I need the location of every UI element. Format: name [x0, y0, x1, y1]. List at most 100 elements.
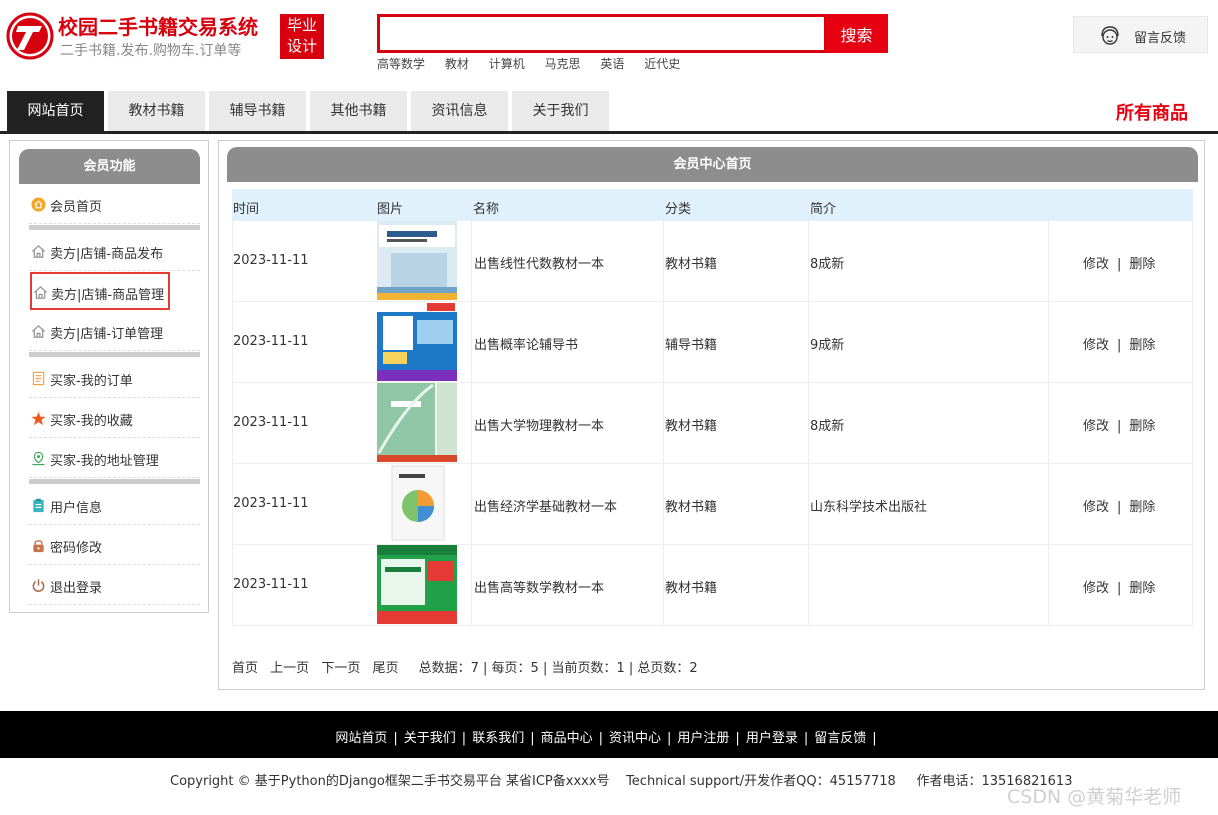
hot-word-link[interactable]: 计算机	[489, 57, 525, 71]
sidebar-item-label: 密码修改	[50, 541, 103, 556]
edit-link[interactable]: 修改	[1083, 338, 1109, 353]
search-button[interactable]: 搜索	[825, 14, 888, 53]
member-sidebar: 会员功能 会员首页 卖方|店铺-商品发布 卖方|店铺-商品管理 卖方|店铺-订单…	[9, 140, 209, 613]
pager-prev[interactable]: 上一页	[270, 661, 309, 676]
row-time: 2023-11-11	[233, 415, 309, 430]
footer-link[interactable]: 网站首页	[335, 731, 387, 746]
star-icon	[31, 411, 46, 426]
hot-word-link[interactable]: 马克思	[545, 57, 581, 71]
power-icon	[32, 579, 45, 592]
col-header-name: 名称	[473, 202, 500, 217]
row-actions: 修改 | 删除	[1083, 253, 1155, 272]
delete-link[interactable]: 删除	[1129, 500, 1155, 515]
row-name: 出售经济学基础教材一本	[474, 500, 618, 515]
sidebar-item-seller-orders[interactable]: 卖方|店铺-订单管理	[29, 312, 200, 351]
footer-separator: |	[735, 731, 740, 746]
sidebar-item-change-password[interactable]: 密码修改	[29, 526, 200, 565]
delete-link[interactable]: 删除	[1129, 419, 1155, 434]
nav-tab-news[interactable]: 资讯信息	[411, 91, 510, 131]
footer-link[interactable]: 资讯中心	[609, 731, 661, 746]
footer-separator: |	[598, 731, 603, 746]
row-name: 出售线性代数教材一本	[474, 257, 605, 272]
footer-separator: |	[461, 731, 467, 746]
sidebar-item-label: 退出登录	[50, 581, 103, 596]
edit-link[interactable]: 修改	[1083, 419, 1109, 434]
sidebar-item-buyer-orders[interactable]: 买家-我的订单	[29, 359, 200, 398]
pager-last[interactable]: 尾页	[372, 661, 398, 676]
location-icon	[32, 451, 45, 466]
footer-nav: 网站首页 | 关于我们 | 联系我们 | 商品中心 | 资讯中心 | 用户注册 | 用户登录 | 留言反馈 |	[0, 711, 1218, 758]
row-category: 教材书籍	[665, 581, 718, 596]
edit-link[interactable]: 修改	[1083, 581, 1109, 596]
action-separator: |	[1117, 581, 1122, 596]
delete-link[interactable]: 删除	[1129, 257, 1155, 272]
sidebar-divider	[29, 479, 200, 484]
delete-link[interactable]: 删除	[1129, 581, 1155, 596]
col-header-intro: 简介	[810, 202, 837, 217]
row-time: 2023-11-11	[233, 253, 309, 268]
nav-tab-about[interactable]: 关于我们	[512, 91, 611, 131]
csdn-watermark: CSDN @黄菊华老师	[1007, 786, 1182, 808]
nav-tab-other-books[interactable]: 其他书籍	[310, 91, 409, 131]
hot-word-link[interactable]: 教材	[445, 57, 469, 71]
row-time: 2023-11-11	[233, 496, 309, 511]
panel-title: 会员中心首页	[227, 147, 1198, 182]
delete-link[interactable]: 删除	[1129, 338, 1155, 353]
footer-link[interactable]: 商品中心	[541, 731, 593, 746]
footer-link[interactable]: 留言反馈	[814, 731, 866, 746]
sidebar-item-label: 买家-我的地址管理	[50, 454, 159, 469]
feedback-label: 留言反馈	[1134, 31, 1187, 46]
pager-next[interactable]: 下一页	[321, 661, 360, 676]
col-header-category: 分类	[665, 202, 692, 217]
nav-tab-textbooks[interactable]: 教材书籍	[108, 91, 207, 131]
hot-words: 高等数学 教材 计算机 马克思 英语 近代史	[377, 55, 696, 72]
row-name: 出售大学物理教材一本	[474, 419, 605, 434]
graduation-badge: 毕业 设计	[280, 14, 324, 59]
search-input[interactable]	[380, 17, 824, 50]
footer-separator: |	[393, 731, 398, 746]
headset-icon	[1101, 26, 1119, 45]
sidebar-item-seller-goods-manage[interactable]: 卖方|店铺-商品管理	[30, 272, 170, 310]
feedback-button[interactable]: 留言反馈	[1073, 16, 1208, 53]
footer-link[interactable]: 用户登录	[746, 731, 798, 746]
row-category: 辅导书籍	[665, 338, 718, 353]
edit-link[interactable]: 修改	[1083, 500, 1109, 515]
footer-link[interactable]: 关于我们	[404, 731, 456, 746]
house-icon	[32, 245, 45, 258]
footer-separator: |	[667, 731, 672, 746]
hot-word-link[interactable]: 近代史	[644, 57, 680, 71]
action-separator: |	[1117, 257, 1122, 272]
edit-link[interactable]: 修改	[1083, 257, 1109, 272]
table-row: 2023-11-11 出售大学物理教材一本 教材书籍 8成新 修改 | 删除	[232, 383, 1193, 464]
table-row: 2023-11-11 出售经济学基础教材一本 教材书籍 山东科学技术出版社 修改…	[232, 464, 1193, 545]
sidebar-item-user-info[interactable]: 用户信息	[29, 486, 200, 525]
book-cover-image	[377, 383, 457, 462]
hot-word-link[interactable]: 英语	[600, 57, 624, 71]
col-header-time: 时间	[233, 202, 260, 217]
hot-word-link[interactable]: 高等数学	[377, 57, 425, 71]
footer-separator: |	[803, 731, 809, 746]
footer-link[interactable]: 联系我们	[472, 731, 524, 746]
sidebar-item-seller-publish[interactable]: 卖方|店铺-商品发布	[29, 232, 200, 271]
row-actions: 修改 | 删除	[1083, 415, 1155, 434]
pager-stats: 总数据：7 | 每页：5 | 当前页数：1 | 总页数：2	[418, 661, 698, 676]
lock-icon	[33, 540, 44, 553]
row-name: 出售高等数学教材一本	[474, 581, 605, 596]
row-actions: 修改 | 删除	[1083, 496, 1155, 515]
sidebar-item-buyer-favorites[interactable]: 买家-我的收藏	[29, 399, 200, 438]
pager-first[interactable]: 首页	[232, 661, 258, 676]
table-header: 时间 图片 名称 分类 简介	[232, 189, 1193, 221]
row-intro: 8成新	[810, 257, 845, 272]
all-goods-link[interactable]: 所有商品	[1116, 99, 1188, 125]
sidebar-item-label: 卖方|店铺-商品管理	[51, 288, 165, 303]
nav-tab-tutoring[interactable]: 辅导书籍	[209, 91, 308, 131]
member-center-panel: 会员中心首页 时间 图片 名称 分类 简介 2023-11-11 出售线性代数教…	[218, 140, 1205, 690]
sidebar-divider	[29, 225, 200, 230]
row-actions: 修改 | 删除	[1083, 334, 1155, 353]
table-row: 2023-11-11 出售高等数学教材一本 教材书籍 修改 | 删除	[232, 545, 1193, 626]
nav-tab-home[interactable]: 网站首页	[7, 91, 106, 131]
sidebar-item-member-home[interactable]: 会员首页	[29, 185, 200, 224]
footer-link[interactable]: 用户注册	[677, 731, 729, 746]
sidebar-item-logout[interactable]: 退出登录	[29, 566, 200, 605]
sidebar-item-buyer-address[interactable]: 买家-我的地址管理	[29, 439, 200, 478]
